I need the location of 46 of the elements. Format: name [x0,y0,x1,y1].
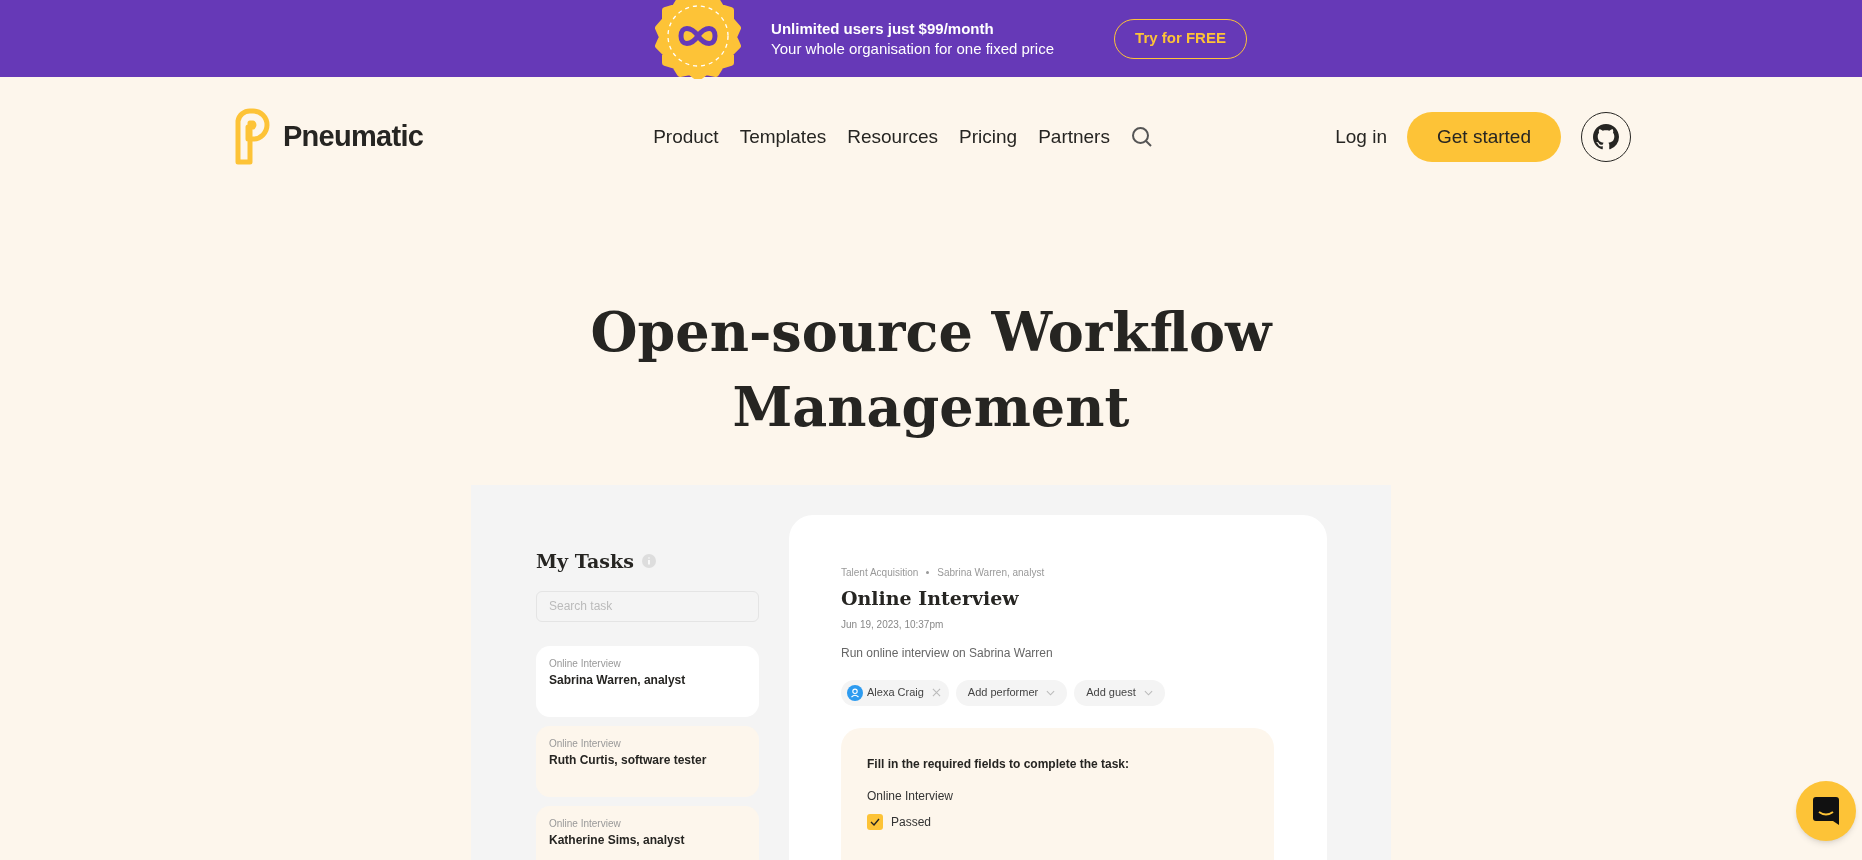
chevron-down-icon [1046,689,1056,696]
github-button[interactable] [1581,112,1631,162]
task-name: Ruth Curtis, software tester [549,751,708,769]
get-started-button[interactable]: Get started [1407,112,1561,162]
task-card[interactable]: Online Interview Ruth Curtis, software tester [536,725,759,797]
checkbox[interactable] [867,813,883,830]
chat-icon [1813,797,1839,825]
user-icon [847,684,863,701]
hero-title: Management [732,374,1130,441]
task-description: Run online interview on Sabrina Warren [841,644,1054,662]
login-link[interactable]: Log in [1335,122,1387,152]
check-icon [870,817,880,826]
search-field[interactable]: Search task [536,590,759,622]
assignee-chip[interactable]: Alexa Craig [841,679,949,706]
task-name: Katherine Sims, analyst [549,831,686,849]
bullet-icon [926,571,930,574]
github-icon [1593,124,1619,150]
promo-headline: Unlimited users just $99/month [771,18,995,39]
breadcrumb-item: Talent Acquisition [841,566,919,580]
add-dropdown[interactable]: Add guest [1074,679,1165,706]
form-heading: Fill in the required fields to complete the task: [867,755,1131,773]
nav-link[interactable]: Resources [847,122,939,152]
hero-title: Open-source Workflow [590,299,1272,366]
task-title: Online Interview [841,586,1020,611]
task-template: Online Interview [549,736,622,751]
task-name: Sabrina Warren, analyst [549,671,687,689]
chevron-down-icon [1143,689,1153,696]
task-card[interactable]: Online Interview Sabrina Warren, analyst [536,645,759,717]
task-date: Jun 19, 2023, 10:37pm [841,617,945,632]
task-card[interactable]: Online Interview Katherine Sims, analyst [536,805,759,860]
logo-wordmark: Pneumatic [283,119,424,155]
checkbox-label: Passed [891,813,932,831]
sidebar-title: My Tasks [536,549,634,574]
promo-subtitle: Your whole organisation for one fixed price [771,38,1055,59]
search-icon[interactable] [1130,126,1153,148]
task-template: Online Interview [549,656,622,671]
field-label: Online Interview [867,787,955,805]
nav-link[interactable]: Partners [1038,122,1110,152]
chat-button[interactable] [1796,781,1856,841]
info-icon [641,554,656,569]
nav-link[interactable]: Product [653,122,719,152]
nav-link[interactable]: Templates [739,122,827,152]
nav-link[interactable]: Pricing [959,122,1018,152]
task-template: Online Interview [549,816,622,831]
add-dropdown[interactable]: Add performer [955,679,1068,706]
breadcrumb-item: Sabrina Warren, analyst [937,566,1045,580]
